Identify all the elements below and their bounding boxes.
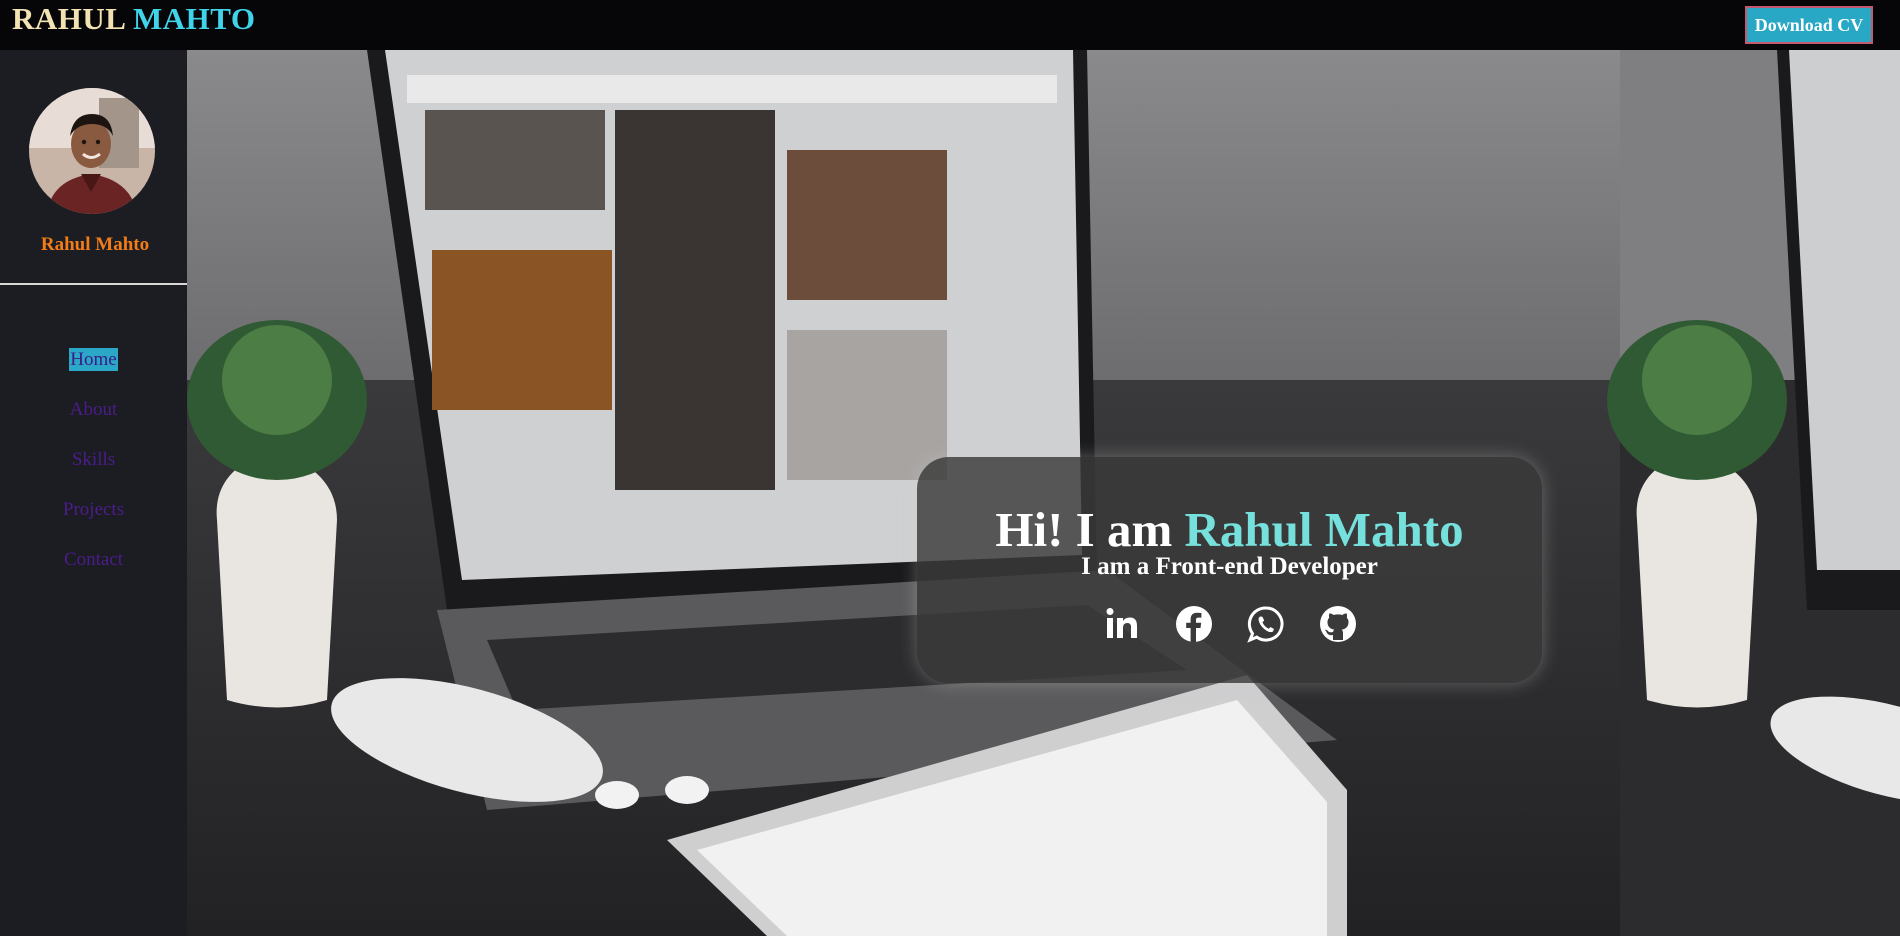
- nav-contact[interactable]: Contact: [0, 535, 187, 585]
- avatar-photo: [29, 88, 155, 214]
- linkedin-icon[interactable]: [1103, 605, 1141, 643]
- nav-projects[interactable]: Projects: [0, 485, 187, 535]
- social-links: [917, 605, 1542, 649]
- whatsapp-icon[interactable]: [1246, 605, 1285, 643]
- nav-home[interactable]: Home: [0, 335, 187, 385]
- logo-last-name: MAHTO: [133, 1, 256, 36]
- logo-first-name: RAHUL: [12, 1, 125, 36]
- nav-about-label: About: [69, 399, 118, 420]
- sidebar-divider: [0, 283, 187, 285]
- intro-name: Rahul Mahto: [1184, 502, 1464, 557]
- site-logo[interactable]: RAHUL MAHTO: [12, 0, 256, 38]
- nav-projects-label: Projects: [62, 499, 125, 520]
- nav-contact-label: Contact: [63, 549, 124, 570]
- intro-heading: Hi! I am Rahul Mahto: [917, 500, 1542, 560]
- hero-section: Hi! I am Rahul Mahto I am a Front-end De…: [187, 50, 1900, 936]
- github-icon[interactable]: [1319, 605, 1357, 643]
- nav-about[interactable]: About: [0, 385, 187, 435]
- facebook-icon[interactable]: [1175, 605, 1213, 643]
- profile-name: Rahul Mahto: [40, 234, 150, 255]
- intro-greeting: Hi! I am: [995, 502, 1173, 557]
- intro-subtitle: I am a Front-end Developer: [1081, 553, 1378, 580]
- nav-skills-label: Skills: [71, 449, 116, 470]
- nav-skills[interactable]: Skills: [0, 435, 187, 485]
- nav-home-label: Home: [69, 348, 118, 371]
- sidebar-nav: Home About Skills Projects Contact: [0, 335, 187, 585]
- sidebar: Rahul Mahto Home About Skills Projects C…: [0, 50, 187, 936]
- download-cv-button[interactable]: Download CV: [1745, 6, 1873, 44]
- intro-card: Hi! I am Rahul Mahto I am a Front-end De…: [917, 457, 1542, 683]
- avatar: [29, 88, 155, 214]
- top-header: RAHUL MAHTO Download CV: [0, 0, 1900, 50]
